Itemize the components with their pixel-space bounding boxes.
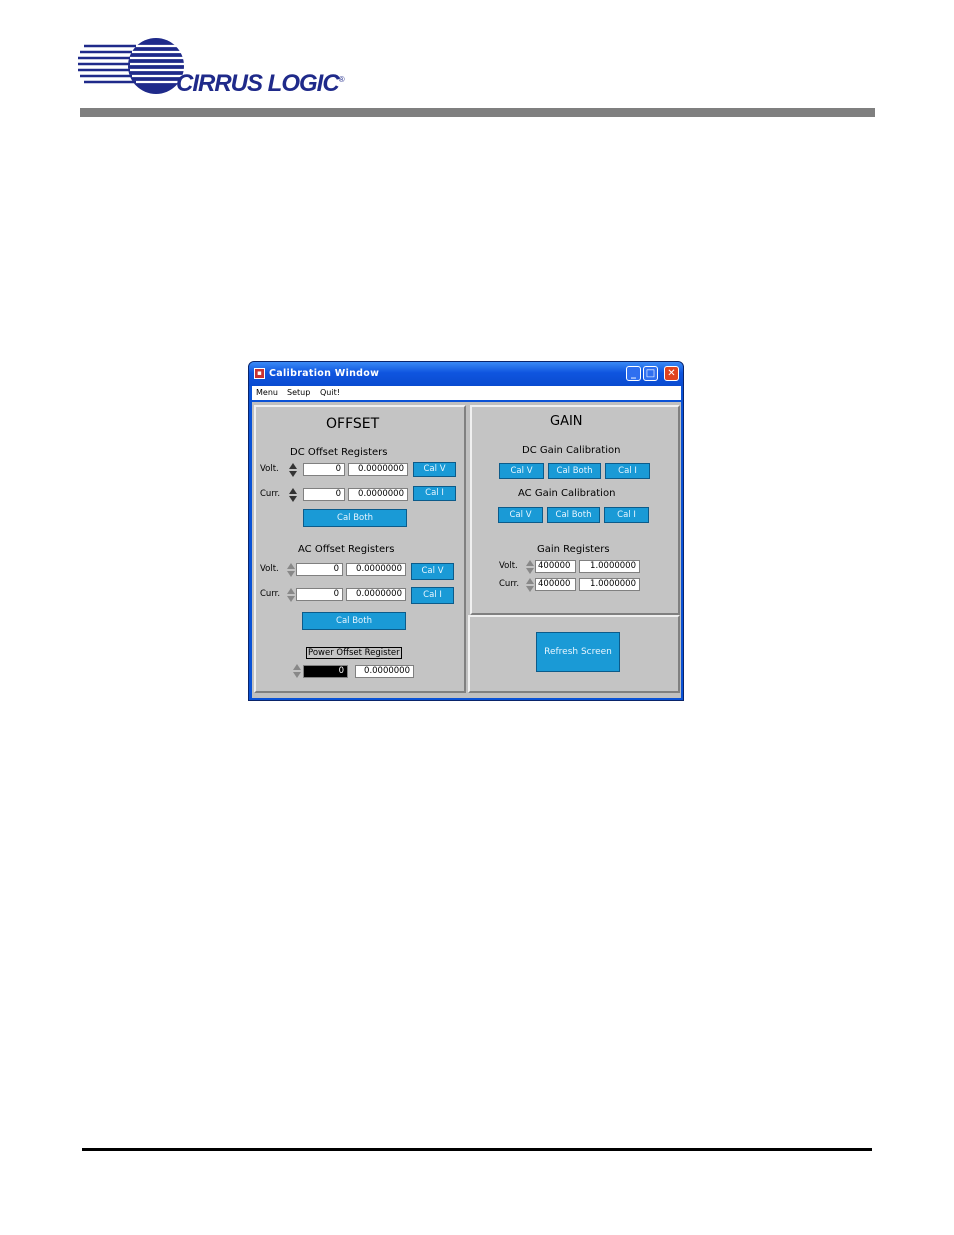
ac-offset-volt-register[interactable]: 0 (296, 563, 343, 576)
ac-offset-heading: AC Offset Registers (298, 544, 395, 555)
close-button[interactable]: ✕ (664, 366, 679, 381)
menu-bar: Menu Setup Quit! (252, 386, 681, 400)
menu-item-quit[interactable]: Quit! (320, 388, 340, 397)
ac-gain-cal-both-button[interactable]: Cal Both (547, 507, 600, 523)
minimize-button[interactable]: _ (626, 366, 641, 381)
dc-offset-curr-spinner[interactable] (288, 487, 298, 503)
power-offset-value: 0.0000000 (355, 665, 414, 678)
ac-offset-volt-spinner[interactable] (286, 562, 296, 578)
refresh-panel: Refresh Screen (468, 615, 680, 693)
dc-gain-cal-both-button[interactable]: Cal Both (548, 463, 601, 479)
gain-registers-heading: Gain Registers (537, 544, 610, 555)
dc-offset-heading: DC Offset Registers (290, 447, 388, 458)
gain-curr-value: 1.0000000 (579, 578, 640, 591)
offset-panel: OFFSET DC Offset Registers Volt. 0 0.000… (254, 405, 466, 693)
dc-offset-volt-value: 0.0000000 (348, 463, 408, 476)
dc-gain-cal-v-button[interactable]: Cal V (499, 463, 544, 479)
power-offset-register[interactable]: 0 (303, 665, 348, 678)
dc-offset-volt-label: Volt. (260, 464, 279, 474)
gain-volt-register[interactable]: 400000 (535, 560, 576, 573)
ac-offset-curr-label: Curr. (260, 589, 281, 599)
dc-offset-cal-both-button[interactable]: Cal Both (303, 509, 407, 527)
footer-divider (82, 1148, 872, 1151)
power-offset-heading: Power Offset Register (306, 647, 402, 659)
ac-gain-cal-i-button[interactable]: Cal I (604, 507, 649, 523)
header-divider (80, 108, 875, 117)
gain-title: GAIN (550, 414, 583, 429)
dc-offset-cal-i-button[interactable]: Cal I (413, 486, 456, 501)
gain-curr-spinner[interactable] (525, 577, 535, 593)
gain-curr-register[interactable]: 400000 (535, 578, 576, 591)
registered-mark: ® (338, 75, 345, 84)
app-icon[interactable]: ▪ (254, 368, 265, 379)
gain-curr-label: Curr. (499, 579, 520, 589)
ac-offset-cal-v-button[interactable]: Cal V (411, 563, 454, 580)
dc-offset-curr-label: Curr. (260, 489, 281, 499)
dc-offset-curr-register[interactable]: 0 (303, 488, 345, 501)
ac-offset-curr-value: 0.0000000 (346, 588, 406, 601)
offset-title: OFFSET (326, 416, 380, 432)
power-offset-spinner[interactable] (292, 663, 302, 679)
ac-offset-curr-register[interactable]: 0 (296, 588, 343, 601)
dc-offset-cal-v-button[interactable]: Cal V (413, 462, 456, 477)
gain-panel: GAIN DC Gain Calibration Cal V Cal Both … (470, 405, 680, 615)
gain-volt-value: 1.0000000 (579, 560, 640, 573)
cirrus-logic-logo-icon (78, 38, 186, 94)
dc-offset-volt-register[interactable]: 0 (303, 463, 345, 476)
dc-offset-curr-value: 0.0000000 (348, 488, 408, 501)
gain-volt-label: Volt. (499, 561, 518, 571)
ac-offset-volt-value: 0.0000000 (346, 563, 406, 576)
dc-gain-cal-i-button[interactable]: Cal I (605, 463, 650, 479)
maximize-button[interactable]: □ (643, 366, 658, 381)
window-title: Calibration Window (269, 368, 380, 379)
menu-item-setup[interactable]: Setup (287, 388, 310, 397)
client-area: OFFSET DC Offset Registers Volt. 0 0.000… (252, 402, 681, 698)
gain-volt-spinner[interactable] (525, 559, 535, 575)
dc-offset-volt-spinner[interactable] (288, 462, 298, 478)
calibration-window: ▪ Calibration Window _ □ ✕ Menu Setup Qu… (248, 361, 684, 701)
ac-offset-volt-label: Volt. (260, 564, 279, 574)
ac-offset-cal-both-button[interactable]: Cal Both (302, 612, 406, 630)
ac-offset-curr-spinner[interactable] (286, 587, 296, 603)
ac-offset-cal-i-button[interactable]: Cal I (411, 587, 454, 604)
menu-item-menu[interactable]: Menu (256, 388, 278, 397)
ac-gain-heading: AC Gain Calibration (518, 488, 616, 499)
refresh-screen-button[interactable]: Refresh Screen (536, 632, 620, 672)
ac-gain-cal-v-button[interactable]: Cal V (498, 507, 543, 523)
title-bar[interactable]: ▪ Calibration Window _ □ ✕ (249, 362, 683, 386)
dc-gain-heading: DC Gain Calibration (522, 445, 621, 456)
brand-name: CIRRUS LOGIC® (176, 70, 345, 97)
